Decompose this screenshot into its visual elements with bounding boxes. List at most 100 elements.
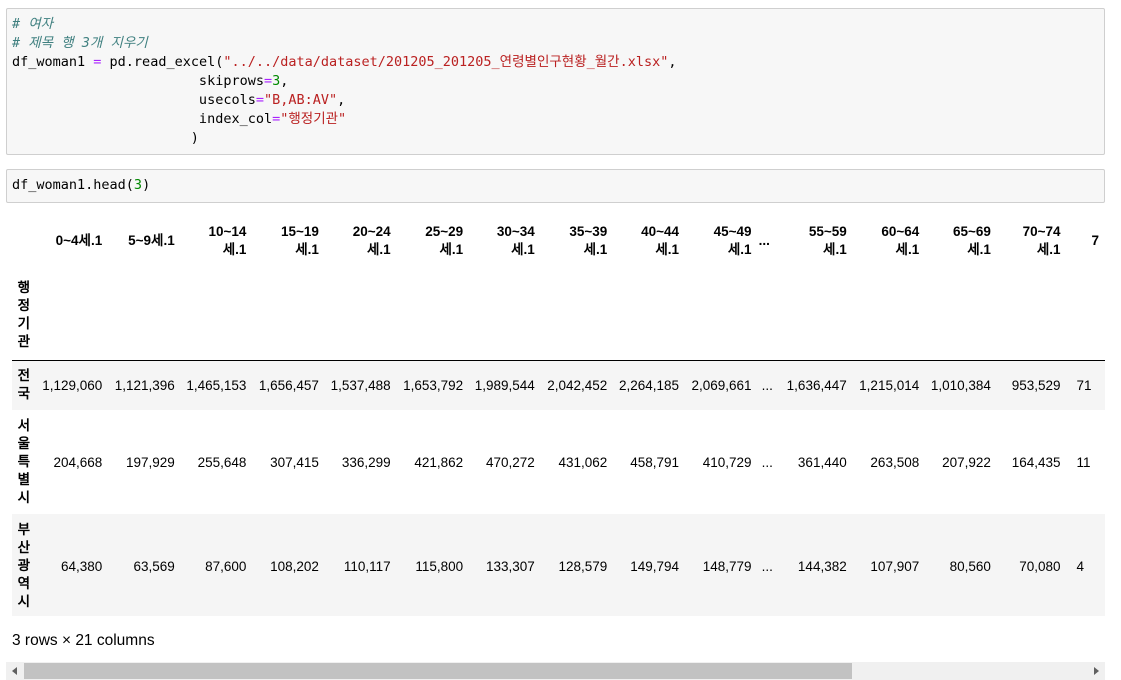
column-header-label: 35~39 xyxy=(569,224,608,239)
index-header-row: 행정기관 xyxy=(12,270,1105,360)
row-index-label: 전국 xyxy=(17,368,31,402)
table-row: 서울특별시 204,668 197,929 255,648 307,415 336,299… xyxy=(12,410,1105,514)
code-line: ) xyxy=(12,129,1104,148)
code-token: "행정기관" xyxy=(280,111,347,127)
column-header: 55~59 세.1 xyxy=(777,212,853,270)
table-cell: ... xyxy=(761,377,773,393)
column-header: 30~34 세.1 xyxy=(469,212,541,270)
code-line: # 제목 행 3개 지우기 xyxy=(12,34,1104,53)
code-token: = xyxy=(263,73,273,89)
column-header: 20~24 세.1 xyxy=(325,212,397,270)
table-row: 부산광역시 64,380 63,569 87,600 108,202 110,117 115… xyxy=(12,514,1105,616)
column-header-label: 40~44 xyxy=(641,224,679,239)
table-cell: 128,579 xyxy=(558,558,608,574)
code-editor[interactable]: df_woman1.head(3) xyxy=(7,170,1104,195)
table-cell: 421,862 xyxy=(414,454,464,470)
column-header: 5~9세.1 xyxy=(108,212,181,270)
table-cell: 1,121,396 xyxy=(114,377,175,393)
table-cell: 4 xyxy=(1076,558,1085,574)
table-cell: 1,653,792 xyxy=(403,377,464,393)
table-cell: 133,307 xyxy=(486,558,535,574)
column-header-suffix: 세.1 xyxy=(295,242,319,257)
code-token: = xyxy=(272,111,281,127)
code-line: df_woman1 = pd.read_excel("../../data/da… xyxy=(12,53,1104,72)
code-line: usecols="B,AB:AV", xyxy=(12,91,1104,110)
table-cell: 144,382 xyxy=(797,558,847,574)
code-token: "B,AB:AV" xyxy=(263,92,338,108)
column-header: 7 xyxy=(1067,212,1106,270)
column-header-suffix: 세.1 xyxy=(1036,242,1061,257)
column-header-suffix: 세.1 xyxy=(439,242,464,257)
column-header-label: 30~34 xyxy=(496,224,535,239)
code-token: 3 xyxy=(133,177,143,193)
code-token: index_col xyxy=(12,111,273,127)
code-cell-head[interactable]: df_woman1.head(3) xyxy=(6,169,1105,203)
scrollbar-thumb[interactable] xyxy=(24,663,852,679)
table-cell: 263,508 xyxy=(870,454,920,470)
dataframe-shape-summary: 3 rows × 21 columns xyxy=(12,632,155,649)
table-cell: 110,117 xyxy=(343,558,391,574)
code-token: , xyxy=(668,54,677,70)
table-cell: 197,929 xyxy=(125,454,175,470)
code-token: ) xyxy=(12,130,199,146)
table-cell: 107,907 xyxy=(870,558,920,574)
table-cell: 115,800 xyxy=(415,558,464,574)
code-editor[interactable]: # 여자 # 제목 행 3개 지우기 df_woman1 = pd.read_exc… xyxy=(7,9,1104,148)
scroll-left-button[interactable] xyxy=(6,662,23,680)
column-header-label: 65~69 xyxy=(953,224,991,239)
row-index: 전국 xyxy=(12,360,36,410)
corner-cell xyxy=(12,212,36,270)
code-token: # 여자 xyxy=(12,16,54,32)
table-cell: 64,380 xyxy=(60,558,103,574)
table-cell: 953,529 xyxy=(1011,377,1061,393)
horizontal-scrollbar[interactable] xyxy=(6,662,1105,680)
column-header-label: 70~74 xyxy=(1022,224,1061,239)
table-cell: 410,729 xyxy=(702,454,752,470)
column-header: ... xyxy=(758,212,777,270)
column-header-suffix: 세.1 xyxy=(511,242,535,257)
column-header-suffix: 세.1 xyxy=(583,242,608,257)
code-token: , xyxy=(337,92,346,108)
code-token: , xyxy=(280,73,289,89)
column-header: 25~29 세.1 xyxy=(397,212,470,270)
column-header-label: 7 xyxy=(1091,233,1099,248)
column-header-row: 0~4세.1 5~9세.1 10~14 세.1 15~19 세.1 20~24 세.1 25~2… xyxy=(12,212,1105,270)
code-token: # 제목 행 3개 지우기 xyxy=(12,35,148,51)
code-line: skiprows=3, xyxy=(12,72,1104,91)
arrow-right-icon xyxy=(1094,667,1099,675)
index-name-header: 행정기관 xyxy=(12,270,36,360)
table-cell: 108,202 xyxy=(270,558,319,574)
column-header: 70~74 세.1 xyxy=(997,212,1067,270)
table-cell: 148,779 xyxy=(702,558,752,574)
table-cell: ... xyxy=(761,454,773,470)
table-cell: ... xyxy=(761,558,773,574)
table-cell: 1,010,384 xyxy=(930,377,991,393)
table-cell: 1,656,457 xyxy=(258,377,319,393)
column-header-label: 5~9세.1 xyxy=(128,233,175,248)
column-header: 65~69 세.1 xyxy=(925,212,997,270)
table-cell: 2,069,661 xyxy=(691,377,752,393)
column-header: 40~44 세.1 xyxy=(613,212,685,270)
table-cell: 336,299 xyxy=(341,454,391,470)
code-cell-read-excel[interactable]: # 여자 # 제목 행 3개 지우기 df_woman1 = pd.read_exc… xyxy=(6,8,1105,155)
scroll-right-button[interactable] xyxy=(1088,662,1105,680)
table-cell: 255,648 xyxy=(197,454,247,470)
table-cell: 164,435 xyxy=(1011,454,1061,470)
column-header: 10~14 세.1 xyxy=(181,212,253,270)
column-header-suffix: 세.1 xyxy=(655,242,679,257)
table-cell: 63,569 xyxy=(133,558,175,574)
code-line: # 여자 xyxy=(12,15,1104,34)
table-cell: 2,042,452 xyxy=(547,377,608,393)
table-row: 전국 1,129,060 1,121,396 1,465,153 1,656,457 1,… xyxy=(12,360,1105,410)
row-index: 서울특별시 xyxy=(12,410,36,514)
table-cell: 431,062 xyxy=(558,454,608,470)
table-cell: 71 xyxy=(1076,377,1092,393)
table-cell: 204,668 xyxy=(53,454,103,470)
code-token: "../../data/dataset/201205_201205_연령별인구현… xyxy=(223,54,669,70)
column-header-label: ... xyxy=(758,233,770,248)
table-cell: 1,989,544 xyxy=(474,377,535,393)
column-header-label: 60~64 xyxy=(881,224,920,239)
column-header-label: 15~19 xyxy=(281,224,319,239)
index-name-label: 행정기관 xyxy=(17,279,31,349)
table-cell: 1,465,153 xyxy=(186,377,247,393)
